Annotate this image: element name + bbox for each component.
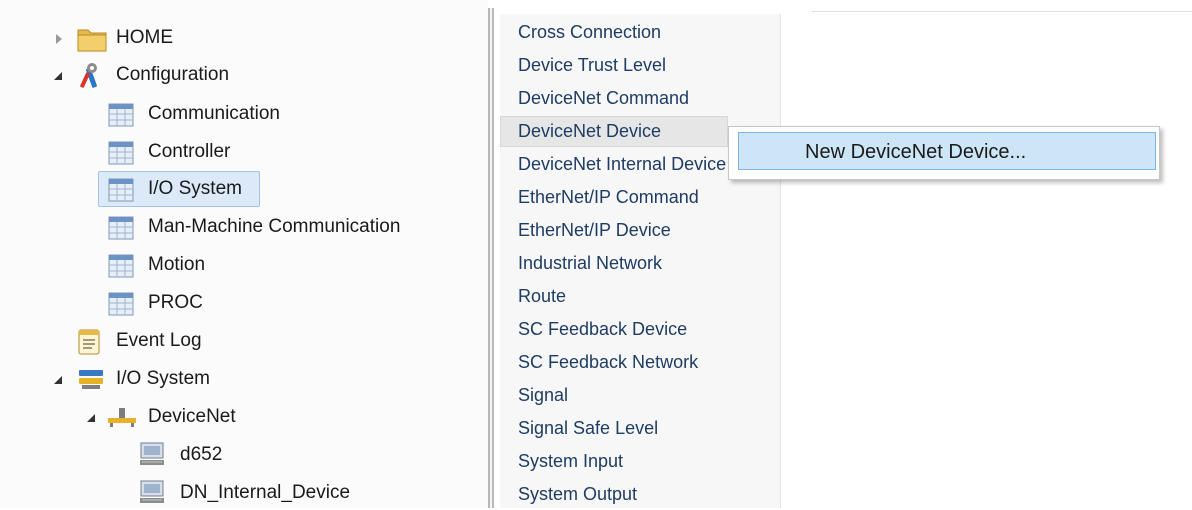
tree-item-configuration-label: Configuration [116,64,230,85]
tree-item-communication[interactable]: Communication [144,98,284,130]
tree-item-motion-label: Motion [148,254,206,275]
configuration-tools-icon [77,62,105,90]
list-item-sc-feedback-device[interactable]: SC Feedback Device [500,314,772,345]
tree-item-controller[interactable]: Controller [144,136,234,168]
tree-item-event-log-label: Event Log [116,330,202,351]
editor-area-top-border [812,11,1192,12]
list-item-sc-feedback-network[interactable]: SC Feedback Network [500,347,772,378]
tree-item-home-label: HOME [116,27,173,48]
tree-item-io-system-config-label: I/O System [148,178,242,199]
io-system-icon [77,366,105,392]
tree-item-device-d652[interactable]: d652 [176,439,226,471]
list-item-ethernetip-device[interactable]: EtherNet/IP Device [500,215,772,246]
list-item-cross-connection[interactable]: Cross Connection [500,17,772,48]
device-icon [138,479,166,507]
tree-item-dn-internal-device-label: DN_Internal_Device [180,482,351,503]
devicenet-icon [107,406,137,428]
new-devicenet-device-menu-item[interactable]: New DeviceNet Device... [738,132,1156,170]
tree-item-io-system-label: I/O System [116,368,210,389]
configuration-types-list: Cross Connection Device Trust Level Devi… [500,14,781,508]
tree-item-dn-internal-device[interactable]: DN_Internal_Device [176,477,354,508]
tree-item-devicenet-label: DeviceNet [148,406,236,427]
tree-item-communication-label: Communication [148,103,280,124]
tree-item-man-machine-label: Man-Machine Communication [148,216,401,237]
list-item-system-input[interactable]: System Input [500,446,772,477]
table-icon [108,254,134,278]
list-item-devicenet-device[interactable]: DeviceNet Device [500,116,728,147]
list-item-signal-safe-level[interactable]: Signal Safe Level [500,413,772,444]
table-icon [108,141,134,165]
table-icon [108,216,134,240]
tree-item-event-log[interactable]: Event Log [112,325,206,357]
tree-item-controller-label: Controller [148,141,231,162]
list-item-route[interactable]: Route [500,281,772,312]
tree-item-io-system[interactable]: I/O System [112,363,214,395]
pane-splitter[interactable] [488,8,494,508]
tree-item-io-system-config[interactable]: I/O System [144,173,246,205]
tree-item-motion[interactable]: Motion [144,249,209,281]
tree-item-devicenet[interactable]: DeviceNet [144,401,240,433]
controller-tree: HOME Configuration Communication Control… [0,0,488,508]
collapse-io-system-arrow-icon[interactable] [50,372,64,386]
expand-home-arrow-icon[interactable] [52,32,66,46]
table-icon [108,292,134,316]
table-icon [108,178,134,202]
tree-item-configuration[interactable]: Configuration [112,59,233,91]
table-icon [108,103,134,127]
list-item-ethernetip-command[interactable]: EtherNet/IP Command [500,182,772,213]
list-item-signal[interactable]: Signal [500,380,772,411]
tree-item-man-machine-communication[interactable]: Man-Machine Communication [144,211,404,243]
collapse-devicenet-arrow-icon[interactable] [83,410,97,424]
collapse-configuration-arrow-icon[interactable] [50,68,64,82]
list-item-devicenet-command[interactable]: DeviceNet Command [500,83,772,114]
event-log-icon [77,328,101,356]
list-item-device-trust-level[interactable]: Device Trust Level [500,50,772,81]
folder-icon [77,26,107,52]
tree-item-home[interactable]: HOME [112,22,177,54]
list-item-industrial-network[interactable]: Industrial Network [500,248,772,279]
tree-item-proc[interactable]: PROC [144,287,207,319]
tree-item-d652-label: d652 [180,444,223,465]
device-icon [138,441,166,469]
list-item-system-output[interactable]: System Output [500,479,772,510]
tree-item-proc-label: PROC [148,292,203,313]
context-menu: New DeviceNet Device... [728,126,1160,180]
